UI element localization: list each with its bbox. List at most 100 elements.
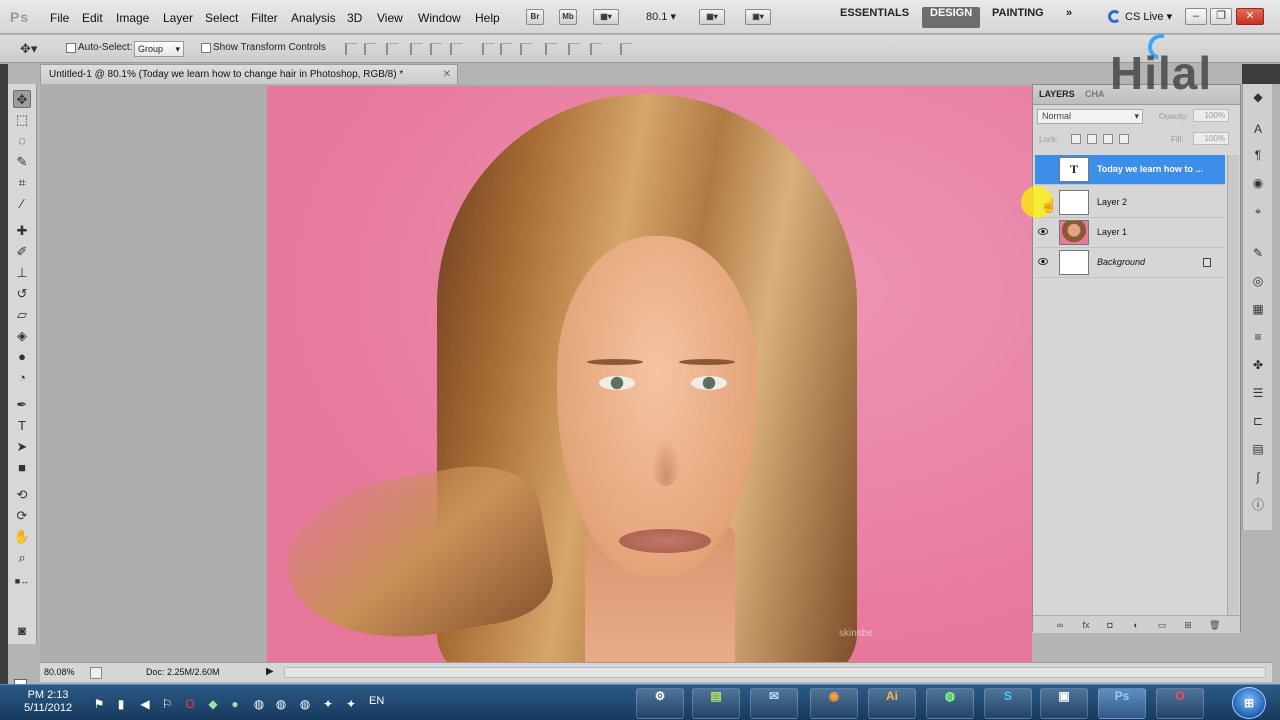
taskbar-app-notes[interactable]: ▤: [692, 688, 740, 719]
distribute-bottom-icon[interactable]: [520, 43, 532, 55]
taskbar-app-firefox[interactable]: ◉: [810, 688, 858, 719]
3d-dock-icon[interactable]: ◉: [1251, 176, 1265, 190]
taskbar-clock[interactable]: PM 2:13 5/11/2012: [24, 689, 72, 715]
eraser-tool-icon[interactable]: ▱: [13, 306, 31, 324]
arrange-documents-icon[interactable]: ▦▾: [699, 9, 725, 25]
minibridge-button[interactable]: Mb: [559, 9, 577, 25]
taskbar-app-chrome[interactable]: ◍: [926, 688, 974, 719]
clone-source-dock-icon[interactable]: ◎: [1251, 274, 1265, 288]
taskbar-app-explorer[interactable]: ▣: [1040, 688, 1088, 719]
menu-edit[interactable]: Edit: [82, 11, 103, 25]
move-tool-icon[interactable]: ✥: [13, 90, 31, 108]
fill-field[interactable]: 100%: [1193, 132, 1229, 145]
layer-row-background[interactable]: Background: [1035, 248, 1225, 278]
taskbar-app-messenger[interactable]: ✉: [750, 688, 798, 719]
clone-stamp-tool-icon[interactable]: ⊥: [13, 264, 31, 282]
layer-row-layer-2[interactable]: Layer 2: [1035, 188, 1225, 218]
align-hcenter-icon[interactable]: [430, 43, 442, 55]
brush-tool-icon[interactable]: ✐: [13, 243, 31, 261]
more-workspaces-button[interactable]: »: [1058, 7, 1080, 28]
distribute-left-icon[interactable]: [545, 43, 557, 55]
distribute-top-icon[interactable]: [482, 43, 494, 55]
type-tool-icon[interactable]: T: [13, 417, 31, 435]
marquee-tool-icon[interactable]: ⬚: [13, 111, 31, 129]
workspace-design[interactable]: DESIGN: [922, 7, 981, 28]
taskbar-app-illustrator[interactable]: Ai: [868, 688, 916, 719]
quick-mask-icon[interactable]: ◙: [13, 622, 31, 640]
taskbar-app-opera[interactable]: O: [1156, 688, 1204, 719]
canvas-area[interactable]: skinsbe: [40, 84, 1032, 662]
menu-image[interactable]: Image: [116, 11, 149, 25]
healing-brush-tool-icon[interactable]: ✚: [13, 222, 31, 240]
view-extras-icon[interactable]: ▦▾: [593, 9, 619, 25]
flag-icon[interactable]: ⚐: [160, 697, 174, 711]
paint-bucket-tool-icon[interactable]: ◈: [13, 327, 31, 345]
default-colors-icon[interactable]: ■↔: [13, 572, 31, 590]
menu-analysis[interactable]: Analysis: [291, 11, 336, 25]
action-center-icon[interactable]: ⚑: [92, 697, 106, 711]
dodge-tool-icon[interactable]: ◔: [13, 369, 31, 387]
layer-name[interactable]: Background: [1097, 257, 1145, 267]
blend-mode-dropdown[interactable]: Normal: [1037, 109, 1143, 124]
styles-dock-icon[interactable]: ✤: [1251, 358, 1265, 372]
tab-layers[interactable]: LAYERS: [1039, 89, 1075, 99]
eyedropper-tool-icon[interactable]: ⁄: [13, 195, 31, 213]
close-document-icon[interactable]: ✕: [443, 65, 451, 84]
language-indicator[interactable]: EN: [369, 695, 384, 707]
zoom-level-field[interactable]: 80.1 ▾: [640, 9, 688, 26]
menu-layer[interactable]: Layer: [163, 11, 193, 25]
history-brush-tool-icon[interactable]: ↺: [13, 285, 31, 303]
align-vcenter-icon[interactable]: [364, 43, 376, 55]
visibility-toggle-empty[interactable]: [1039, 163, 1053, 177]
taskbar-app-photoshop[interactable]: Ps: [1098, 688, 1146, 719]
eye-icon[interactable]: [1038, 258, 1048, 265]
path-selection-tool-icon[interactable]: ➤: [13, 438, 31, 456]
new-group-icon[interactable]: ▭: [1157, 620, 1167, 630]
opacity-field[interactable]: 100%: [1193, 109, 1229, 122]
eye-icon[interactable]: [1038, 228, 1048, 235]
auto-align-icon[interactable]: [620, 43, 632, 55]
show-transform-checkbox[interactable]: [201, 43, 211, 53]
info-dock-icon[interactable]: ⓘ: [1251, 498, 1265, 512]
adjustments-dock-icon[interactable]: ≡: [1251, 330, 1265, 344]
tray-app-icon[interactable]: ✦: [321, 697, 335, 711]
screen-mode-icon[interactable]: ▣▾: [745, 9, 771, 25]
swatches-dock-icon[interactable]: ▦: [1251, 302, 1265, 316]
align-top-icon[interactable]: [345, 43, 357, 55]
menu-help[interactable]: Help: [475, 11, 500, 25]
3d-rotate-tool-icon[interactable]: ⟲: [13, 486, 31, 504]
align-left-icon[interactable]: [410, 43, 422, 55]
actions-dock-icon[interactable]: ⊏: [1251, 414, 1265, 428]
layer-style-icon[interactable]: fx: [1081, 620, 1091, 630]
shape-tool-icon[interactable]: ■: [13, 459, 31, 477]
zoom-tool-icon[interactable]: ⌕: [13, 549, 31, 567]
tray-app-icon[interactable]: ✦: [344, 697, 358, 711]
tray-app-icon[interactable]: ◍: [252, 697, 266, 711]
network-icon[interactable]: ▮: [114, 697, 128, 711]
layer-row-layer-1[interactable]: Layer 1: [1035, 218, 1225, 248]
status-zoom-level[interactable]: 80.08%: [44, 667, 82, 680]
menu-filter[interactable]: Filter: [251, 11, 278, 25]
hand-tool-icon[interactable]: ✋: [13, 528, 31, 546]
histogram-dock-icon[interactable]: ∫: [1251, 470, 1265, 484]
layer-name[interactable]: Layer 2: [1097, 197, 1127, 207]
maximize-button[interactable]: ❐: [1210, 8, 1232, 25]
transform-dock-icon[interactable]: ⌖: [1251, 204, 1265, 218]
new-layer-icon[interactable]: ⊞: [1183, 620, 1193, 630]
delete-layer-icon[interactable]: 🗑: [1209, 620, 1220, 630]
distribute-hcenter-icon[interactable]: [568, 43, 580, 55]
brush-dock-icon[interactable]: ✎: [1251, 246, 1265, 260]
lock-all-icon[interactable]: [1119, 134, 1129, 144]
menu-3d[interactable]: 3D: [347, 11, 362, 25]
history-dock-icon[interactable]: ☰: [1251, 386, 1265, 400]
workspace-painting[interactable]: PAINTING: [984, 7, 1052, 28]
menu-file[interactable]: File: [50, 11, 69, 25]
3d-orbit-tool-icon[interactable]: ⟳: [13, 507, 31, 525]
blur-tool-icon[interactable]: ●: [13, 348, 31, 366]
bridge-button[interactable]: Br: [526, 9, 544, 25]
tray-app-icon[interactable]: ◍: [274, 697, 288, 711]
shield-icon[interactable]: ◆: [206, 697, 220, 711]
minimize-button[interactable]: –: [1185, 8, 1207, 25]
layer-name[interactable]: Layer 1: [1097, 227, 1127, 237]
volume-icon[interactable]: ◀: [138, 697, 152, 711]
